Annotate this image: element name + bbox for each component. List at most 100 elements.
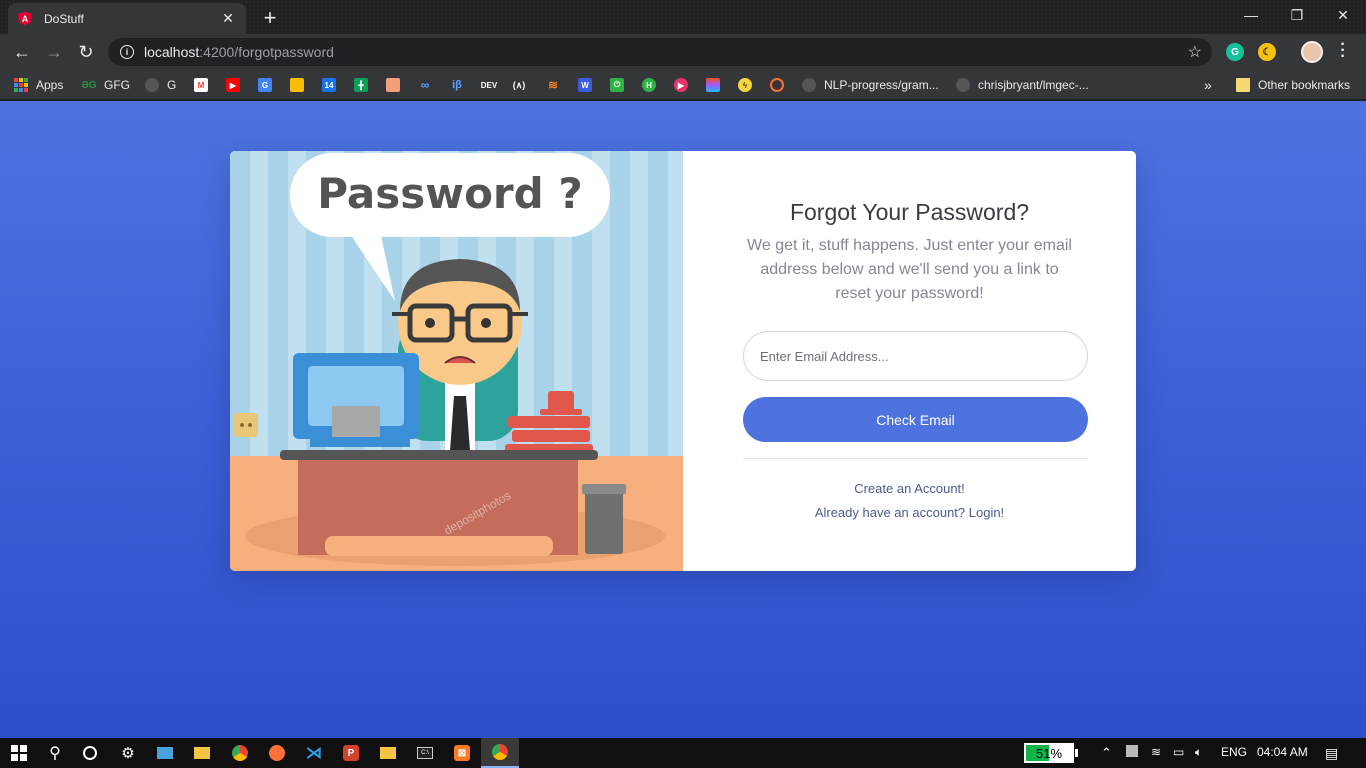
bookmark-interviewbit[interactable]: iβ bbox=[450, 77, 464, 93]
bookmark-loop[interactable] bbox=[770, 77, 784, 93]
new-tab-button[interactable]: + bbox=[258, 5, 282, 31]
create-account-link[interactable]: Create an Account! bbox=[683, 481, 1136, 496]
close-window-button[interactable]: ✕ bbox=[1320, 0, 1366, 30]
wifi-icon[interactable]: ≋ bbox=[1151, 745, 1161, 759]
language-indicator[interactable]: ENG bbox=[1221, 745, 1247, 759]
postman-icon[interactable]: P bbox=[340, 742, 362, 764]
youtube-icon: ▶ bbox=[226, 78, 240, 92]
windows-start-icon[interactable] bbox=[8, 742, 30, 764]
bookmarks-overflow-button[interactable]: » bbox=[1204, 77, 1212, 93]
bookmark-star-icon[interactable]: ☆ bbox=[1188, 42, 1202, 62]
page-background: Password ? depositphotos Forgot Your Pas… bbox=[0, 101, 1366, 738]
cortana-icon[interactable] bbox=[79, 742, 101, 764]
battery-tray-icon[interactable]: ▭ bbox=[1173, 745, 1184, 759]
bookmark-hackerrank[interactable] bbox=[386, 77, 400, 93]
gfg-icon: ƏG bbox=[81, 79, 97, 91]
search-icon[interactable]: ⚲ bbox=[44, 742, 66, 764]
bookmark-calendar[interactable]: 14 bbox=[322, 77, 336, 93]
bookmark-apps[interactable]: Apps bbox=[14, 77, 63, 93]
google-calendar-icon: G bbox=[258, 78, 272, 92]
bookmark-infinity[interactable]: ∞ bbox=[418, 77, 432, 93]
tab-title: DoStuff bbox=[44, 11, 84, 26]
bookmark-power[interactable]: ⏻ bbox=[610, 77, 624, 93]
grammarly-extension-icon[interactable]: G bbox=[1226, 43, 1244, 61]
back-button[interactable]: ← bbox=[9, 39, 35, 65]
desktop-app-icon[interactable] bbox=[154, 742, 176, 764]
bookmark-app[interactable]: W bbox=[578, 77, 592, 93]
clock[interactable]: 04:04 AM bbox=[1257, 745, 1308, 759]
bookmark-lmgec[interactable]: chrisjbryant/lmgec-... bbox=[956, 77, 1089, 93]
close-tab-icon[interactable]: ✕ bbox=[220, 10, 236, 27]
action-center-icon[interactable]: ▤ bbox=[1325, 745, 1338, 762]
bookmark-bolt[interactable]: ϟ bbox=[738, 77, 752, 93]
extension-icon[interactable]: ☾ bbox=[1258, 43, 1276, 61]
calendar-14-icon: 14 bbox=[322, 78, 336, 92]
browser-tab-strip: A DoStuff ✕ + — ❐ ✕ bbox=[0, 0, 1366, 34]
network-device-icon[interactable] bbox=[1126, 745, 1138, 757]
battery-percent: 51% bbox=[1035, 746, 1063, 761]
bookmark-google-calendar[interactable]: G bbox=[258, 77, 272, 93]
bolt-icon: ϟ bbox=[738, 78, 752, 92]
browser-toolbar: ← → ↻ i localhost:4200/forgotpassword ☆ … bbox=[0, 34, 1366, 70]
bookmark-label: Apps bbox=[36, 78, 64, 92]
xampp-icon[interactable]: ⊠ bbox=[451, 742, 473, 764]
interviewbit-icon: iβ bbox=[452, 79, 462, 91]
forward-button[interactable]: → bbox=[41, 39, 67, 65]
illustration-password-text: Password ? bbox=[317, 169, 583, 218]
play-icon: ▶ bbox=[674, 78, 688, 92]
bookmark-stackoverflow[interactable]: ≋ bbox=[546, 77, 560, 93]
reload-button[interactable]: ↻ bbox=[73, 39, 99, 65]
show-hidden-icons-button[interactable]: ⌃ bbox=[1101, 745, 1112, 761]
bookmark-youtube[interactable]: ▶ bbox=[226, 77, 240, 93]
page-title: Forgot Your Password? bbox=[789, 199, 1030, 225]
bookmarks-bar: Apps ƏG GFG G M ▶ G 14 ╋ ∞ iβ DEV (∧) ≋ … bbox=[0, 70, 1366, 100]
restore-window-button[interactable]: ❐ bbox=[1274, 0, 1320, 30]
app-icon: W bbox=[578, 78, 592, 92]
volume-icon[interactable]: 🔈︎ bbox=[1195, 745, 1202, 760]
site-info-icon[interactable]: i bbox=[120, 45, 134, 59]
bookmark-github[interactable]: G bbox=[145, 77, 176, 93]
bookmark-google-keep[interactable] bbox=[290, 77, 304, 93]
vscode-icon[interactable]: ⋊ bbox=[303, 742, 325, 764]
minimize-window-button[interactable]: — bbox=[1228, 0, 1274, 30]
forgot-password-form: Forgot Your Password? We get it, stuff h… bbox=[683, 151, 1136, 571]
bookmark-nlp-progress[interactable]: NLP-progress/gram... bbox=[802, 77, 939, 93]
angular-logo-icon: A bbox=[18, 11, 32, 26]
hackerearth-icon: H bbox=[642, 78, 656, 92]
check-email-button[interactable]: Check Email bbox=[743, 397, 1088, 442]
bookmark-sheets[interactable]: ╋ bbox=[354, 77, 368, 93]
bookmark-algolia[interactable]: (∧) bbox=[512, 77, 526, 93]
url-path: :4200/forgotpassword bbox=[199, 44, 334, 60]
bookmark-dev[interactable]: DEV bbox=[480, 77, 498, 93]
loop-icon bbox=[770, 78, 784, 92]
other-bookmarks-folder[interactable]: Other bookmarks bbox=[1236, 77, 1350, 93]
login-link[interactable]: Already have an account? Login! bbox=[683, 505, 1136, 520]
address-bar[interactable]: i localhost:4200/forgotpassword ☆ bbox=[108, 38, 1212, 66]
bookmark-gfg[interactable]: ƏG GFG bbox=[81, 77, 130, 93]
chrome-menu-icon[interactable]: · · · bbox=[1336, 37, 1350, 65]
command-prompt-icon[interactable]: C:\ bbox=[414, 742, 436, 764]
bookmark-play[interactable]: ▶ bbox=[674, 77, 688, 93]
forgot-password-illustration: Password ? depositphotos bbox=[230, 151, 683, 571]
firefox-icon[interactable] bbox=[266, 742, 288, 764]
settings-gear-icon[interactable]: ⚙ bbox=[117, 742, 139, 764]
folder-icon[interactable] bbox=[377, 742, 399, 764]
google-keep-icon bbox=[290, 78, 304, 92]
browser-tab[interactable]: A DoStuff ✕ bbox=[8, 3, 246, 34]
bookmark-label: chrisjbryant/lmgec-... bbox=[978, 78, 1089, 92]
github-icon bbox=[956, 78, 970, 92]
apps-grid-icon bbox=[14, 78, 28, 92]
profile-avatar[interactable] bbox=[1301, 41, 1323, 63]
bookmark-gmail[interactable]: M bbox=[194, 77, 208, 93]
bookmark-hackerearth[interactable]: H bbox=[642, 77, 656, 93]
github-icon bbox=[145, 78, 159, 92]
windows-taskbar: ⚲ ⚙ ⋊ P C:\ ⊠ 51% ⌃ ≋ ▭ 🔈︎ ENG 04:04 AM … bbox=[0, 738, 1366, 768]
chrome-active-icon[interactable] bbox=[481, 738, 519, 768]
stackoverflow-icon: ≋ bbox=[547, 78, 559, 92]
chrome-icon[interactable] bbox=[229, 742, 251, 764]
battery-indicator[interactable]: 51% bbox=[1024, 743, 1078, 763]
bookmark-figma[interactable] bbox=[706, 77, 720, 93]
email-input[interactable] bbox=[743, 331, 1088, 381]
file-explorer-icon[interactable] bbox=[191, 742, 213, 764]
google-sheets-icon: ╋ bbox=[354, 78, 368, 92]
